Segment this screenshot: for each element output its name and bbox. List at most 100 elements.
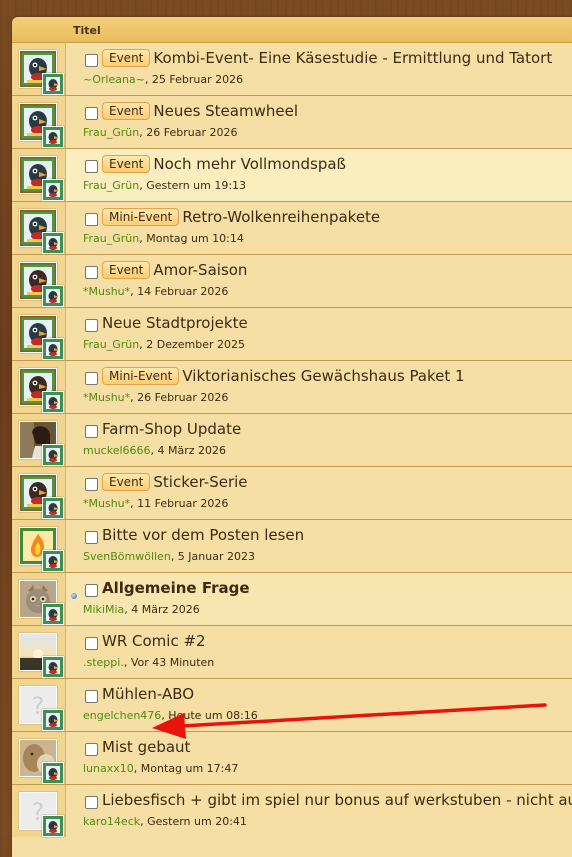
topic-meta: ~Orleana~, 25 Februar 2026 [83, 73, 243, 86]
topic-prefix-badge[interactable]: Mini-Event [102, 208, 180, 226]
last-poster-avatar[interactable] [42, 444, 64, 466]
topic-title-line: Mini-Event Viktorianisches Gewächshaus Pa… [102, 367, 465, 385]
topic-title-link[interactable]: Viktorianisches Gewächshaus Paket 1 [182, 367, 464, 385]
author-link[interactable]: Frau_Grün [83, 338, 139, 351]
last-poster-avatar[interactable] [42, 126, 64, 148]
topic-meta: Frau_Grün, Gestern um 19:13 [83, 179, 246, 192]
topic-meta: MikiMia, 4 März 2026 [83, 603, 200, 616]
topic-row[interactable]: Neue Stadtprojekte Frau_Grün, 2 Dezember… [12, 307, 572, 360]
topic-checkbox[interactable] [85, 266, 98, 279]
author-link[interactable]: MikiMia [83, 603, 124, 616]
topic-list-panel: Titel Event Kombi-Event- Eine Käsestudie … [12, 17, 572, 857]
author-link[interactable]: lunaxx10 [83, 762, 134, 775]
avatar-cell [12, 573, 66, 625]
topic-title-line: WR Comic #2 [102, 632, 206, 650]
topic-row[interactable]: ? Mühlen-ABO engelchen476, Heute um 08:1… [12, 678, 572, 731]
topic-checkbox[interactable] [85, 690, 98, 703]
avatar-cell: ? [12, 785, 66, 837]
topic-title-link[interactable]: Neue Stadtprojekte [102, 314, 248, 332]
author-link[interactable]: muckel6666 [83, 444, 151, 457]
topic-date: , Gestern um 20:41 [140, 815, 247, 828]
topic-title-link[interactable]: WR Comic #2 [102, 632, 206, 650]
topic-rows: Event Kombi-Event- Eine Käsestudie - Ermi… [12, 43, 572, 837]
topic-row[interactable]: Event Sticker-Serie *Mushu*, 11 Februar 2… [12, 466, 572, 519]
topic-checkbox[interactable] [85, 372, 98, 385]
topic-checkbox[interactable] [85, 796, 98, 809]
topic-title-link[interactable]: Bitte vor dem Posten lesen [102, 526, 304, 544]
topic-prefix-badge[interactable]: Event [102, 102, 151, 120]
author-link[interactable]: Frau_Grün [83, 232, 139, 245]
topic-date: , 11 Februar 2026 [130, 497, 229, 510]
topic-title-link[interactable]: Neues Steamwheel [153, 102, 298, 120]
topic-prefix-badge[interactable]: Mini-Event [102, 367, 180, 385]
last-poster-avatar[interactable] [42, 391, 64, 413]
topic-checkbox[interactable] [85, 54, 98, 67]
topic-date: , Heute um 08:16 [161, 709, 258, 722]
topic-row[interactable]: WR Comic #2 .steppi., Vor 43 Minuten [12, 625, 572, 678]
author-link[interactable]: SvenBömwöllen [83, 550, 171, 563]
topic-title-link[interactable]: Sticker-Serie [153, 473, 247, 491]
topic-row[interactable]: Farm-Shop Update muckel6666, 4 März 2026 [12, 413, 572, 466]
author-link[interactable]: Frau_Grün [83, 179, 139, 192]
topic-title-line: Event Noch mehr Vollmondspaß [102, 155, 346, 173]
title-column-header[interactable]: Titel [73, 24, 101, 37]
topic-row[interactable]: Event Kombi-Event- Eine Käsestudie - Ermi… [12, 43, 572, 95]
author-link[interactable]: Frau_Grün [83, 126, 139, 139]
topic-checkbox[interactable] [85, 107, 98, 120]
topic-row[interactable]: Event Amor-Saison *Mushu*, 14 Februar 202… [12, 254, 572, 307]
last-poster-avatar[interactable] [42, 762, 64, 784]
topic-prefix-badge[interactable]: Event [102, 261, 151, 279]
last-poster-avatar[interactable] [42, 338, 64, 360]
topic-checkbox[interactable] [85, 531, 98, 544]
topic-title-link[interactable]: Allgemeine Frage [102, 579, 250, 597]
last-poster-avatar[interactable] [42, 285, 64, 307]
topic-title-link[interactable]: Retro-Wolkenreihenpakete [182, 208, 380, 226]
topic-title-link[interactable]: Mist gebaut [102, 738, 190, 756]
author-link[interactable]: *Mushu* [83, 285, 130, 298]
topic-title-link[interactable]: Kombi-Event- Eine Käsestudie - Ermittlun… [153, 49, 552, 67]
author-link[interactable]: .steppi. [83, 656, 124, 669]
topic-row[interactable]: ? Liebesfisch + gibt im spiel nur bonus … [12, 784, 572, 837]
topic-checkbox[interactable] [85, 743, 98, 756]
author-link[interactable]: engelchen476 [83, 709, 161, 722]
author-link[interactable]: *Mushu* [83, 391, 130, 404]
topic-checkbox[interactable] [85, 213, 98, 226]
topic-row[interactable]: Event Neues Steamwheel Frau_Grün, 26 Febr… [12, 95, 572, 148]
topic-row[interactable]: Mini-Event Viktorianisches Gewächshaus Pa… [12, 360, 572, 413]
topic-prefix-badge[interactable]: Event [102, 473, 151, 491]
topic-title-link[interactable]: Amor-Saison [153, 261, 247, 279]
topic-title-link[interactable]: Noch mehr Vollmondspaß [153, 155, 346, 173]
topic-meta: .steppi., Vor 43 Minuten [83, 656, 214, 669]
author-link[interactable]: karo14eck [83, 815, 140, 828]
topic-meta: muckel6666, 4 März 2026 [83, 444, 226, 457]
topic-checkbox[interactable] [85, 160, 98, 173]
author-link[interactable]: ~Orleana~ [83, 73, 145, 86]
last-poster-avatar[interactable] [42, 497, 64, 519]
topic-title-link[interactable]: Farm-Shop Update [102, 420, 241, 438]
last-poster-avatar[interactable] [42, 550, 64, 572]
author-link[interactable]: *Mushu* [83, 497, 130, 510]
topic-title-link[interactable]: Mühlen-ABO [102, 685, 194, 703]
topic-title-line: Mini-Event Retro-Wolkenreihenpakete [102, 208, 380, 226]
topic-row[interactable]: Allgemeine Frage MikiMia, 4 März 2026 [12, 572, 572, 625]
last-poster-avatar[interactable] [42, 656, 64, 678]
avatar-cell [12, 202, 66, 254]
last-poster-avatar[interactable] [42, 603, 64, 625]
last-poster-avatar[interactable] [42, 709, 64, 731]
last-poster-avatar[interactable] [42, 179, 64, 201]
topic-row[interactable]: Mist gebaut lunaxx10, Montag um 17:47 [12, 731, 572, 784]
topic-row[interactable]: Bitte vor dem Posten lesen SvenBömwöllen… [12, 519, 572, 572]
topic-checkbox[interactable] [85, 478, 98, 491]
last-poster-avatar[interactable] [42, 73, 64, 95]
topic-prefix-badge[interactable]: Event [102, 155, 151, 173]
topic-checkbox[interactable] [85, 425, 98, 438]
topic-checkbox[interactable] [85, 319, 98, 332]
topic-title-line: Neue Stadtprojekte [102, 314, 248, 332]
topic-prefix-badge[interactable]: Event [102, 49, 151, 67]
topic-checkbox[interactable] [85, 637, 98, 650]
topic-checkbox[interactable] [85, 584, 98, 597]
topic-row[interactable]: Mini-Event Retro-Wolkenreihenpakete Frau_… [12, 201, 572, 254]
topic-row[interactable]: Event Noch mehr Vollmondspaß Frau_Grün, G… [12, 148, 572, 201]
topic-title-link[interactable]: Liebesfisch + gibt im spiel nur bonus au… [102, 791, 572, 809]
last-poster-avatar[interactable] [42, 232, 64, 254]
